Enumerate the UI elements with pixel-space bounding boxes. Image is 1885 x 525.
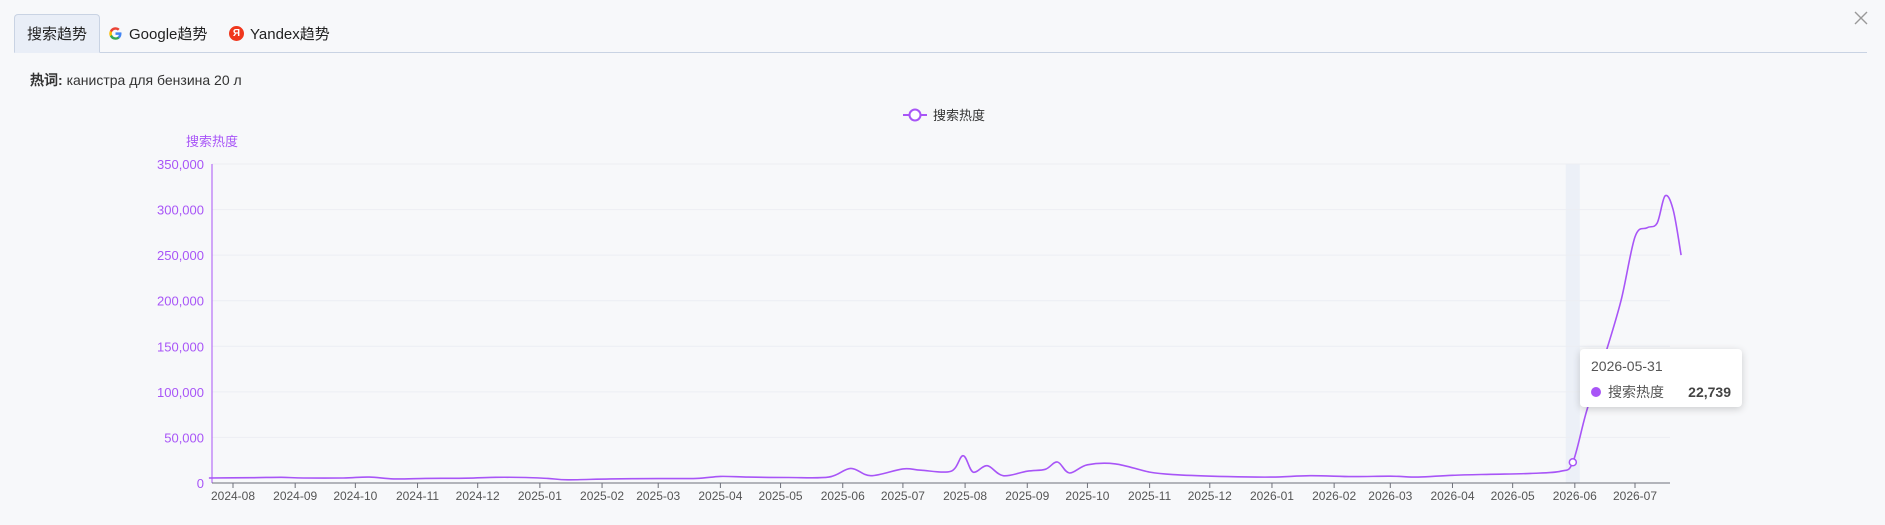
highlight-point [1568,458,1578,467]
x-tick-label: 2024-10 [333,489,377,503]
y-tick-label: 0 [197,476,204,491]
x-tick-label: 2025-08 [943,489,987,503]
legend-marker [908,108,922,122]
x-tick-label: 2025-01 [518,489,562,503]
x-tick-label: 2026-02 [1312,489,1356,503]
x-tick-label: 2026-04 [1430,489,1474,503]
y-tick-label: 300,000 [157,203,204,218]
x-tick-label: 2025-12 [1188,489,1232,503]
x-tick-label: 2026-01 [1250,489,1294,503]
x-tick-label: 2025-03 [636,489,680,503]
x-tick-label: 2026-06 [1553,489,1597,503]
x-tick-label: 2024-12 [456,489,500,503]
y-axis-title: 搜索热度 [186,134,238,149]
x-tick-label: 2025-05 [759,489,803,503]
x-tick-label: 2026-07 [1613,489,1657,503]
y-tick-label: 100,000 [157,385,204,400]
tooltip-date: 2026-05-31 [1591,358,1663,374]
x-tick-label: 2025-11 [1128,489,1171,503]
x-tick-label: 2024-09 [273,489,317,503]
trend-chart: 0 50,000 100,000 150,000 200,000 250,000 300,0… [157,108,1682,503]
x-tick-label: 2025-06 [821,489,865,503]
hover-band [1565,164,1580,483]
x-tick-label: 2024-08 [211,489,255,503]
x-tick-label: 2025-02 [580,489,624,503]
legend-label: 搜索热度 [933,108,985,123]
x-tick-label: 2024-11 [396,489,439,503]
y-tick-label: 350,000 [157,157,204,172]
chart-tooltip: 2026-05-31 搜索热度 22,739 [1580,349,1742,407]
x-tick-label: 2025-04 [698,489,742,503]
y-tick-label: 250,000 [157,248,204,263]
y-tick-label: 150,000 [157,339,204,354]
tooltip-series-name: 搜索热度 [1608,384,1664,400]
x-tick-label: 2025-07 [881,489,925,503]
tooltip-value: 22,739 [1688,384,1731,400]
x-tick-label: 2025-10 [1065,489,1109,503]
x-tick-label: 2025-09 [1005,489,1049,503]
y-tick-label: 200,000 [157,294,204,309]
x-tick-label: 2026-05 [1491,489,1535,503]
x-tick-label: 2026-03 [1368,489,1412,503]
tooltip-series-dot [1591,387,1601,397]
y-tick-label: 50,000 [164,430,204,445]
